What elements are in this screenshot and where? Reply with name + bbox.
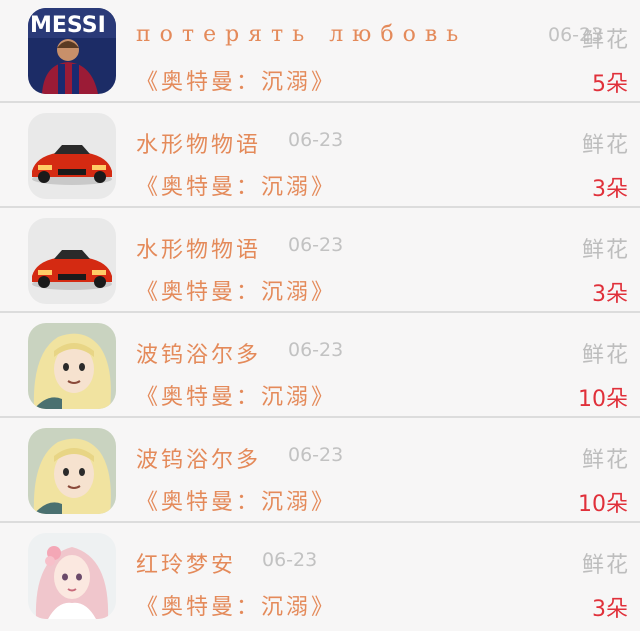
- gift-date: 06-23: [288, 444, 344, 466]
- gift-type: 鲜花: [581, 553, 630, 578]
- gift-count: 10朵: [578, 492, 628, 517]
- avatar[interactable]: [28, 113, 116, 199]
- list-item[interactable]: MESSI потерять любовь 06-23 鲜花 《奥特曼：沉溺》 …: [0, 0, 640, 103]
- sender-name: 波钨浴尔多: [136, 343, 262, 368]
- sender-name: 红玲梦安: [136, 553, 237, 578]
- avatar[interactable]: [28, 218, 116, 304]
- gift-record-list: MESSI потерять любовь 06-23 鲜花 《奥特曼：沉溺》 …: [0, 0, 640, 628]
- gift-date: 06-23: [288, 234, 344, 256]
- avatar[interactable]: [28, 533, 116, 619]
- gift-date: 06-23: [288, 339, 344, 361]
- list-item[interactable]: 水形物物语 06-23 鲜花 《奥特曼：沉溺》 3朵: [0, 103, 640, 208]
- novel-title[interactable]: 《奥特曼：沉溺》: [136, 274, 336, 306]
- messi-avatar-image: MESSI: [28, 8, 116, 94]
- sender-name: 水形物物语: [136, 133, 262, 158]
- red-car-avatar-image: [28, 218, 116, 304]
- list-item[interactable]: 红玲梦安 06-23 鲜花 《奥特曼：沉溺》 3朵: [0, 523, 640, 628]
- anime-blonde-avatar-image: [28, 428, 116, 514]
- avatar[interactable]: MESSI: [28, 8, 116, 94]
- avatar[interactable]: [28, 323, 116, 409]
- gift-type: 鲜花: [581, 448, 630, 473]
- sender-name: 水形物物语: [136, 238, 262, 263]
- novel-title[interactable]: 《奥特曼：沉溺》: [136, 484, 336, 516]
- list-item[interactable]: 波钨浴尔多 06-23 鲜花 《奥特曼：沉溺》 10朵: [0, 418, 640, 523]
- gift-type: 鲜花: [581, 28, 630, 53]
- anime-pink-avatar-image: [28, 533, 116, 619]
- red-car-avatar-image: [28, 113, 116, 199]
- sender-name: потерять любовь: [136, 22, 468, 47]
- gift-count: 5朵: [592, 72, 628, 97]
- gift-type: 鲜花: [581, 133, 630, 158]
- anime-blonde-avatar-image: [28, 323, 116, 409]
- novel-title[interactable]: 《奥特曼：沉溺》: [136, 379, 336, 411]
- gift-count: 3朵: [592, 282, 628, 307]
- gift-type: 鲜花: [581, 343, 630, 368]
- sender-name: 波钨浴尔多: [136, 448, 262, 473]
- messi-text: MESSI: [30, 13, 106, 38]
- novel-title[interactable]: 《奥特曼：沉溺》: [136, 169, 336, 201]
- gift-count: 3朵: [592, 597, 628, 622]
- list-item[interactable]: 波钨浴尔多 06-23 鲜花 《奥特曼：沉溺》 10朵: [0, 313, 640, 418]
- novel-title[interactable]: 《奥特曼：沉溺》: [136, 64, 336, 96]
- gift-date: 06-23: [288, 129, 344, 151]
- gift-count: 3朵: [592, 177, 628, 202]
- novel-title[interactable]: 《奥特曼：沉溺》: [136, 589, 336, 621]
- gift-count: 10朵: [578, 387, 628, 412]
- gift-type: 鲜花: [581, 238, 630, 263]
- list-item[interactable]: 水形物物语 06-23 鲜花 《奥特曼：沉溺》 3朵: [0, 208, 640, 313]
- gift-date: 06-23: [262, 549, 318, 571]
- avatar[interactable]: [28, 428, 116, 514]
